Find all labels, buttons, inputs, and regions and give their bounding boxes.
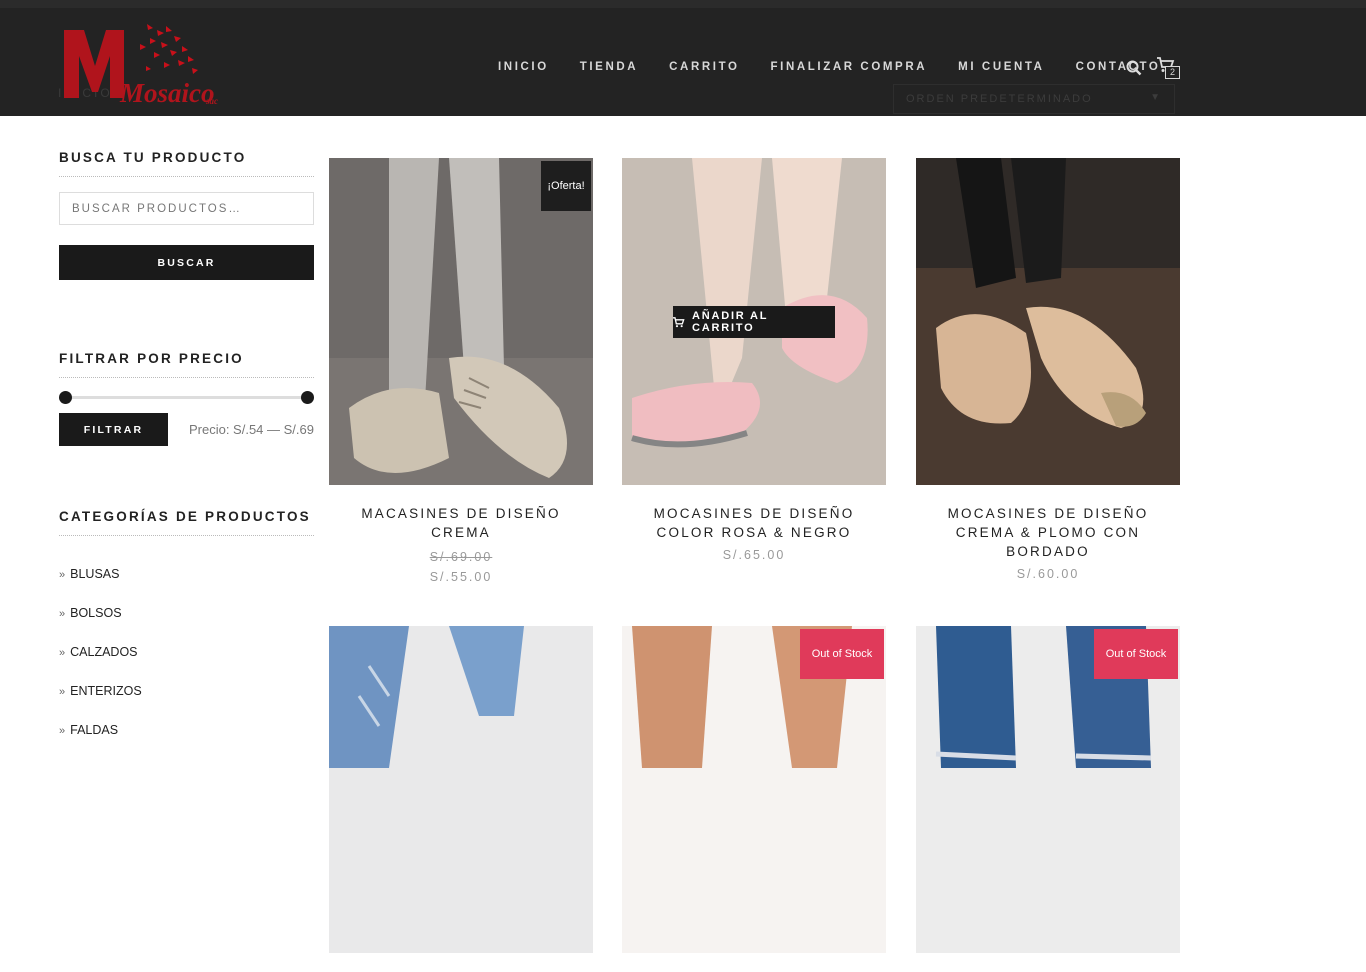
nav-tienda[interactable]: TIENDA xyxy=(580,61,638,73)
product-image[interactable] xyxy=(916,158,1180,485)
product-price: S/.55.00 xyxy=(429,570,493,584)
product-price: S/.65.00 xyxy=(722,548,786,562)
product-image[interactable]: Out of Stock xyxy=(622,626,886,953)
price-range-label: Precio: S/.54 — S/.69 xyxy=(188,422,314,437)
product-image[interactable]: ¡Oferta! xyxy=(329,158,593,485)
sort-select-value: ORDEN PREDETERMINADO xyxy=(906,93,1093,105)
product-search-input[interactable] xyxy=(59,192,314,225)
product-image[interactable]: Out of Stock xyxy=(916,626,1180,953)
product-title[interactable]: MOCASINES DE DISEÑO COLOR ROSA & NEGRO xyxy=(622,504,886,542)
top-strip xyxy=(0,0,1366,8)
nav-finalizar-compra[interactable]: FINALIZAR COMPRA xyxy=(771,61,928,73)
product-image[interactable] xyxy=(329,626,593,953)
chevron-down-icon: ▼ xyxy=(1150,92,1162,103)
sale-badge: ¡Oferta! xyxy=(541,161,591,211)
logo-text: Mosaico xyxy=(120,78,215,108)
filter-button[interactable]: FILTRAR xyxy=(59,413,168,446)
chevron-right-icon: » xyxy=(59,647,66,659)
category-label: BLUSAS xyxy=(70,567,120,581)
chevron-right-icon: » xyxy=(59,725,66,737)
chevron-right-icon: » xyxy=(59,686,66,698)
price-filter-row: FILTRAR Precio: S/.54 — S/.69 xyxy=(59,413,314,446)
categories-title: CATEGORÍAS DE PRODUCTOS xyxy=(59,509,314,536)
search-widget: BUSCA TU PRODUCTO BUSCAR xyxy=(59,150,314,280)
search-icon[interactable] xyxy=(1126,60,1142,76)
add-to-cart-button[interactable]: AÑADIR AL CARRITO xyxy=(673,306,835,338)
category-item[interactable]: » FALDAS xyxy=(59,708,314,747)
sidebar: BUSCA TU PRODUCTO BUSCAR FILTRAR POR PRE… xyxy=(59,150,314,737)
product-title[interactable]: MACASINES DE DISEÑO CREMA xyxy=(329,504,593,542)
cart-icon xyxy=(673,316,685,327)
chevron-right-icon: » xyxy=(59,608,66,620)
site-logo[interactable]: Mosaico sac xyxy=(62,22,232,112)
category-label: CALZADOS xyxy=(70,645,138,659)
product-title[interactable]: MOCASINES DE DISEÑO CREMA & PLOMO CON BO… xyxy=(916,504,1180,561)
category-label: BOLSOS xyxy=(70,606,122,620)
product-card[interactable]: Out of Stock xyxy=(622,626,886,953)
price-slider-min-handle[interactable] xyxy=(59,391,72,404)
nav-contacto[interactable]: CONTACTO xyxy=(1076,61,1161,73)
product-old-price: S/.69.00 xyxy=(429,550,493,564)
product-price: S/.60.00 xyxy=(1016,567,1080,581)
product-card[interactable]: Out of Stock xyxy=(916,626,1180,953)
out-of-stock-badge: Out of Stock xyxy=(800,629,884,679)
price-slider-max-handle[interactable] xyxy=(301,391,314,404)
site-header: INICIO ORDEN PREDETERMINADO ▼ Mosaico sa… xyxy=(0,8,1366,116)
search-button[interactable]: BUSCAR xyxy=(59,245,314,280)
price-filter-widget: FILTRAR POR PRECIO FILTRAR Precio: S/.54… xyxy=(59,351,314,446)
categories-widget: CATEGORÍAS DE PRODUCTOS » BLUSAS » BOLSOS … xyxy=(59,509,314,747)
product-image[interactable]: AÑADIR AL CARRITO xyxy=(622,158,886,485)
product-card[interactable] xyxy=(329,626,593,972)
chevron-right-icon: » xyxy=(59,569,66,581)
main-nav: INICIO TIENDA CARRITO FINALIZAR COMPRA M… xyxy=(498,61,1191,73)
category-item[interactable]: » CALZADOS xyxy=(59,630,314,669)
nav-carrito[interactable]: CARRITO xyxy=(669,61,739,73)
category-item[interactable]: » BOLSOS xyxy=(59,591,314,630)
price-slider[interactable] xyxy=(59,390,314,404)
search-widget-title: BUSCA TU PRODUCTO xyxy=(59,150,314,177)
product-card[interactable]: AÑADIR AL CARRITO MOCASINES DE DISEÑO CO… xyxy=(622,158,886,562)
category-label: FALDAS xyxy=(70,723,119,737)
price-slider-track xyxy=(65,396,308,399)
category-label: ENTERIZOS xyxy=(70,684,142,698)
sort-select[interactable]: ORDEN PREDETERMINADO ▼ xyxy=(893,84,1175,114)
category-list: » BLUSAS » BOLSOS » CALZADOS » ENTERIZOS » FA… xyxy=(59,552,314,747)
cart-count-badge: 2 xyxy=(1165,66,1180,79)
product-card[interactable]: ¡Oferta! MACASINES DE DISEÑO CREMA S/.69… xyxy=(329,158,593,584)
category-item[interactable]: » BLUSAS xyxy=(59,552,314,591)
nav-inicio[interactable]: INICIO xyxy=(498,61,549,73)
category-item[interactable]: » ENTERIZOS xyxy=(59,669,314,708)
out-of-stock-badge: Out of Stock xyxy=(1094,629,1178,679)
nav-mi-cuenta[interactable]: MI CUENTA xyxy=(958,61,1044,73)
logo-suffix: sac xyxy=(206,96,218,106)
add-to-cart-label: AÑADIR AL CARRITO xyxy=(691,310,769,334)
price-filter-title: FILTRAR POR PRECIO xyxy=(59,351,314,378)
product-card[interactable]: MOCASINES DE DISEÑO CREMA & PLOMO CON BO… xyxy=(916,158,1180,581)
